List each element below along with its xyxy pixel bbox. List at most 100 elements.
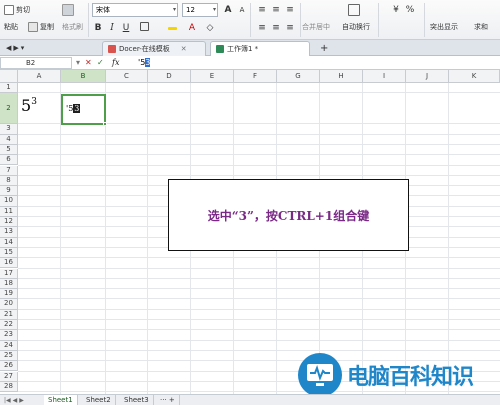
cancel-icon[interactable]: ✕ [85, 57, 92, 69]
highlight-button[interactable]: 突出显示 [430, 20, 458, 34]
tab-docer[interactable]: Docer-在线模板 ✕ [102, 41, 206, 56]
fill-color-icon[interactable] [166, 22, 178, 34]
first-sheet-icon[interactable]: |◀ [4, 397, 11, 404]
row-header-15[interactable]: 15 [0, 247, 18, 259]
row-header-16[interactable]: 16 [0, 258, 18, 269]
arrow-left-icon[interactable]: ◀ [6, 44, 11, 52]
align-bottom-icon[interactable]: ≡ [284, 4, 296, 16]
align-right-icon[interactable]: ≡ [284, 22, 296, 34]
function-icon[interactable]: fx [112, 57, 119, 69]
row-header-6[interactable]: 6 [0, 155, 18, 166]
row-header-3[interactable]: 3 [0, 124, 18, 135]
row-header-18[interactable]: 18 [0, 278, 18, 290]
column-header-i[interactable]: I [363, 70, 406, 83]
align-left-icon[interactable]: ≡ [256, 22, 268, 34]
row-header-7[interactable]: 7 [0, 165, 18, 176]
cell-b2-active[interactable]: '53 [61, 94, 107, 126]
row-header-28[interactable]: 28 [0, 381, 18, 393]
formula-input[interactable]: '53 [138, 57, 151, 69]
column-header-a[interactable]: A [18, 70, 61, 83]
percent-button[interactable]: % [404, 4, 416, 16]
row-header-23[interactable]: 23 [0, 330, 18, 341]
column-header-e[interactable]: E [191, 70, 234, 83]
next-sheet-icon[interactable]: ▶ [19, 397, 24, 404]
column-header-c[interactable]: C [106, 70, 148, 83]
row-gridline [18, 349, 500, 351]
tab-workbook[interactable]: 工作簿1 * [210, 41, 310, 56]
row-header-10[interactable]: 10 [0, 196, 18, 207]
row-header-1[interactable]: 1 [0, 83, 18, 94]
format-painter-button[interactable]: 格式刷 [62, 20, 83, 34]
cut-button[interactable]: 剪切 [4, 3, 30, 17]
sheet-tab-3[interactable]: Sheet3 [120, 395, 154, 405]
arrow-right-icon[interactable]: ▶ [13, 44, 18, 52]
row-header-26[interactable]: 26 [0, 361, 18, 372]
underline-button[interactable]: U [120, 22, 132, 34]
row-header-12[interactable]: 12 [0, 217, 18, 228]
row-header-5[interactable]: 5 [0, 144, 18, 156]
row-header-2[interactable]: 2 [0, 93, 18, 125]
row-header-11[interactable]: 11 [0, 206, 18, 217]
currency-icon[interactable]: ¥ [390, 4, 402, 16]
dropdown-icon[interactable]: ▾ [76, 57, 80, 69]
name-box[interactable]: B2 [0, 57, 72, 69]
nav-arrows[interactable]: ◀ ▶ ▾ [6, 41, 24, 55]
row-header-22[interactable]: 22 [0, 320, 18, 331]
row-header-14[interactable]: 14 [0, 237, 18, 248]
row-header-25[interactable]: 25 [0, 350, 18, 362]
bold-button[interactable]: B [92, 22, 104, 34]
dropdown-icon[interactable]: ▾ [21, 44, 25, 52]
row-header-17[interactable]: 17 [0, 268, 18, 279]
align-middle-icon[interactable]: ≡ [270, 4, 282, 16]
merge-center-button[interactable]: 合并居中 [302, 20, 330, 34]
column-header-j[interactable]: J [406, 70, 449, 83]
align-top-icon[interactable]: ≡ [256, 4, 268, 16]
sheet-tab-2[interactable]: Sheet2 [82, 395, 116, 405]
font-size-select[interactable]: 12 ▾ [182, 3, 218, 17]
row-gridline [18, 319, 500, 320]
annotation-box: 选中“3”，按CTRL+1组合键 [168, 179, 409, 251]
cell-a2[interactable]: 53 [21, 96, 37, 115]
select-all-corner[interactable] [0, 70, 18, 83]
column-header-g[interactable]: G [277, 70, 320, 83]
sheet-nav[interactable]: |◀ ◀ ▶ [4, 393, 24, 405]
row-header-20[interactable]: 20 [0, 299, 18, 310]
column-header-h[interactable]: H [320, 70, 363, 83]
row-gridline [18, 164, 500, 166]
decrease-font-button[interactable]: A [236, 4, 248, 16]
row-header-9[interactable]: 9 [0, 186, 18, 197]
clear-format-icon[interactable]: ◇ [204, 22, 216, 34]
copy-button[interactable]: 复制 [28, 20, 54, 34]
column-header-d[interactable]: D [148, 70, 191, 83]
wrap-text-button[interactable]: 自动换行 [342, 20, 370, 34]
column-header-k[interactable]: K [449, 70, 500, 83]
wrap-text-icon[interactable] [348, 3, 360, 17]
increase-font-button[interactable]: A [222, 4, 234, 16]
sum-button[interactable]: 求和 [474, 20, 488, 34]
font-color-icon[interactable]: A [186, 22, 198, 34]
row-gridline [18, 298, 500, 300]
align-center-icon[interactable]: ≡ [270, 22, 282, 34]
paste-button[interactable]: 粘贴 [4, 20, 18, 34]
column-header-f[interactable]: F [234, 70, 277, 83]
italic-button[interactable]: I [106, 22, 118, 34]
border-icon[interactable] [138, 22, 150, 34]
row-header-4[interactable]: 4 [0, 134, 18, 145]
prev-sheet-icon[interactable]: ◀ [13, 397, 18, 404]
row-gridline [18, 133, 500, 135]
row-header-8[interactable]: 8 [0, 175, 18, 187]
row-header-24[interactable]: 24 [0, 340, 18, 351]
format-painter-icon[interactable] [62, 3, 74, 17]
confirm-icon[interactable]: ✓ [97, 57, 104, 69]
font-name-select[interactable]: 宋体 ▾ [92, 3, 178, 17]
more-sheets-button[interactable]: ··· + [156, 395, 180, 405]
row-header-27[interactable]: 27 [0, 371, 18, 382]
fill-handle[interactable] [103, 122, 107, 126]
row-header-19[interactable]: 19 [0, 289, 18, 300]
row-header-21[interactable]: 21 [0, 309, 18, 320]
column-header-b[interactable]: B [61, 70, 106, 83]
row-header-13[interactable]: 13 [0, 227, 18, 238]
new-tab-button[interactable]: + [320, 41, 328, 55]
close-icon[interactable]: ✕ [181, 45, 187, 53]
sheet-tab-1[interactable]: Sheet1 [44, 395, 78, 405]
